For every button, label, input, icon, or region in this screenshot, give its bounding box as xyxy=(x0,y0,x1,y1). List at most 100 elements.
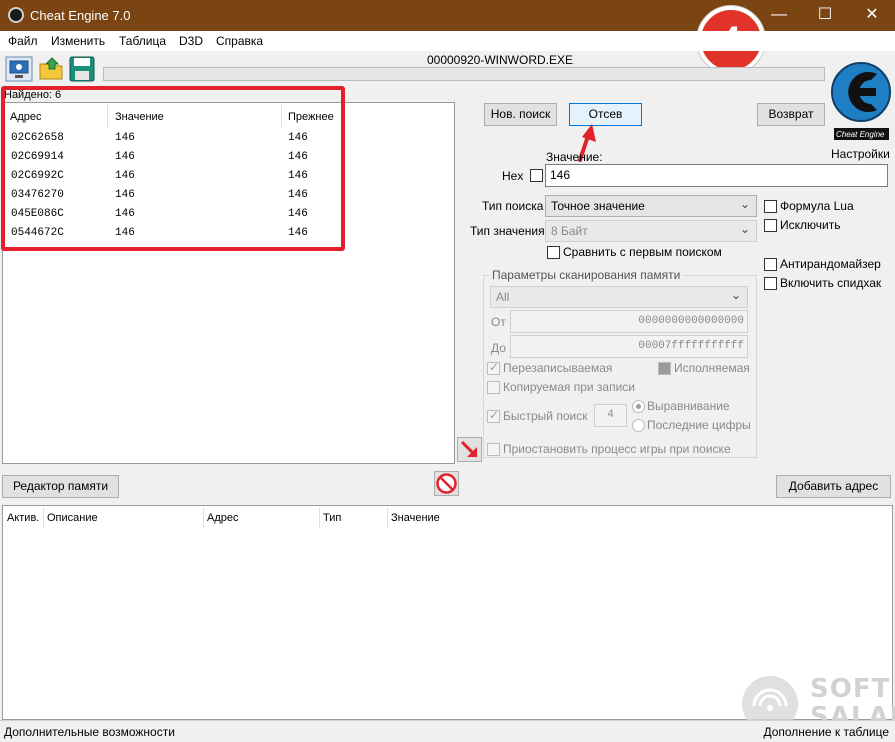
compare-first-checkbox[interactable] xyxy=(547,246,560,259)
unrandomizer-checkbox[interactable] xyxy=(764,258,777,271)
maximize-button[interactable]: ☐ xyxy=(802,0,848,31)
add-selected-to-list-button[interactable] xyxy=(457,437,482,462)
menu-edit[interactable]: Изменить xyxy=(51,34,105,48)
fast-scan-checkbox[interactable] xyxy=(487,408,500,423)
undo-scan-button[interactable]: Возврат xyxy=(757,103,825,126)
result-address: 045E086C xyxy=(11,208,64,220)
copy-on-write-checkbox[interactable] xyxy=(487,381,500,394)
minimize-button[interactable]: — xyxy=(756,0,802,31)
table-col-type[interactable]: Тип xyxy=(323,512,341,524)
result-row[interactable]: 02C69914 146 146 xyxy=(3,148,453,167)
result-previous: 146 xyxy=(288,132,308,144)
from-address-input[interactable]: 0000000000000000 xyxy=(510,310,748,333)
result-value: 146 xyxy=(115,208,135,220)
alignment-radio[interactable] xyxy=(632,400,645,413)
new-scan-button[interactable]: Нов. поиск xyxy=(484,103,557,126)
results-col-address[interactable]: Адрес xyxy=(10,111,42,123)
result-previous: 146 xyxy=(288,170,308,182)
fast-scan-label: Быстрый поиск xyxy=(503,409,588,423)
menu-file[interactable]: Файл xyxy=(8,34,38,48)
result-row[interactable]: 02C62658 146 146 xyxy=(3,129,453,148)
result-address: 02C69914 xyxy=(11,151,64,163)
result-previous: 146 xyxy=(288,227,308,239)
menu-d3d[interactable]: D3D xyxy=(179,34,203,48)
column-separator xyxy=(387,508,388,528)
result-value: 146 xyxy=(115,170,135,182)
chevron-down-icon: ⌄ xyxy=(739,197,750,211)
to-address-input[interactable]: 00007fffffffffff xyxy=(510,335,748,358)
copy-on-write-label: Копируемая при записи xyxy=(503,380,635,394)
result-row[interactable]: 0544672C 146 146 xyxy=(3,224,453,243)
lua-formula-checkbox[interactable] xyxy=(764,200,777,213)
fast-scan-value-input[interactable]: 4 xyxy=(594,404,627,427)
result-value: 146 xyxy=(115,132,135,144)
arrow-down-right-icon xyxy=(460,440,477,457)
process-name: 00000920-WINWORD.EXE xyxy=(426,53,574,67)
watermark-line1: SOFT xyxy=(810,674,891,704)
scan-type-label: Тип поиска xyxy=(482,199,544,213)
open-file-icon[interactable] xyxy=(38,56,66,82)
column-separator xyxy=(107,105,108,128)
advanced-options-link[interactable]: Дополнительные возможности xyxy=(4,725,175,739)
logo-text: Cheat Engine xyxy=(836,130,885,139)
results-col-value[interactable]: Значение xyxy=(115,111,164,123)
table-col-address[interactable]: Адрес xyxy=(207,512,239,524)
column-separator xyxy=(281,105,282,128)
menu-bar: Файл Изменить Таблица D3D Справка xyxy=(0,31,895,51)
not-label: Исключить xyxy=(780,218,841,232)
to-label: До xyxy=(491,341,506,355)
value-label: Значение: xyxy=(546,150,603,164)
not-checkbox[interactable] xyxy=(764,219,777,232)
hex-label: Hex xyxy=(502,169,524,183)
value-input[interactable]: 146 xyxy=(545,164,888,187)
pause-game-checkbox[interactable] xyxy=(487,443,500,456)
memory-region-value: All xyxy=(496,290,510,304)
result-value: 146 xyxy=(115,189,135,201)
results-col-previous[interactable]: Прежнее xyxy=(288,111,334,123)
memory-view-button[interactable]: Редактор памяти xyxy=(2,475,119,498)
status-bar: Дополнительные возможности Дополнение к … xyxy=(0,720,895,742)
alignment-label: Выравнивание xyxy=(647,399,730,413)
result-address: 02C62658 xyxy=(11,132,64,144)
table-col-description[interactable]: Описание xyxy=(47,512,98,524)
menu-table[interactable]: Таблица xyxy=(119,34,166,48)
chevron-down-icon: ⌄ xyxy=(730,288,741,302)
table-col-active[interactable]: Актив. xyxy=(7,512,39,524)
speedhack-checkbox[interactable] xyxy=(764,277,777,290)
result-value: 146 xyxy=(115,227,135,239)
table-col-value[interactable]: Значение xyxy=(391,512,440,524)
no-sign-icon xyxy=(436,473,457,494)
clear-list-button[interactable] xyxy=(434,471,459,496)
executable-label: Исполняемая xyxy=(674,361,750,375)
writable-checkbox[interactable] xyxy=(487,360,500,375)
last-digits-radio[interactable] xyxy=(632,419,645,432)
scan-type-select[interactable]: Точное значение ⌄ xyxy=(545,195,757,217)
window-title: Cheat Engine 7.0 xyxy=(30,8,131,23)
pause-game-label: Приостановить процесс игры при поиске xyxy=(503,442,731,456)
table-extras-link[interactable]: Дополнение к таблице xyxy=(763,725,889,739)
compare-first-label: Сравнить с первым поиском xyxy=(563,245,722,259)
result-address: 02C6992C xyxy=(11,170,64,182)
unrandomizer-label: Антирандомайзер xyxy=(780,257,881,271)
scan-type-value: Точное значение xyxy=(551,199,645,213)
executable-checkbox[interactable] xyxy=(658,362,671,375)
add-address-button[interactable]: Добавить адрес xyxy=(776,475,891,498)
close-button[interactable]: ✕ xyxy=(849,0,895,31)
memory-region-select[interactable]: All ⌄ xyxy=(490,286,748,308)
result-row[interactable]: 045E086C 146 146 xyxy=(3,205,453,224)
settings-link[interactable]: Настройки xyxy=(831,147,890,161)
result-row[interactable]: 03476270 146 146 xyxy=(3,186,453,205)
select-process-icon[interactable] xyxy=(5,56,33,82)
memory-scan-options-title: Параметры сканирования памяти xyxy=(489,268,684,282)
hex-checkbox[interactable] xyxy=(530,169,543,182)
column-separator xyxy=(43,508,44,528)
result-row[interactable]: 02C6992C 146 146 xyxy=(3,167,453,186)
result-previous: 146 xyxy=(288,208,308,220)
column-separator xyxy=(319,508,320,528)
speedhack-label: Включить спидхак xyxy=(780,276,882,290)
value-type-select[interactable]: 8 Байт ⌄ xyxy=(545,220,757,242)
cheat-engine-logo[interactable]: Cheat Engine xyxy=(830,54,892,144)
menu-help[interactable]: Справка xyxy=(216,34,263,48)
results-list[interactable]: Адрес Значение Прежнее 02C62658 146 146 … xyxy=(1,86,455,464)
save-icon[interactable] xyxy=(68,56,96,82)
